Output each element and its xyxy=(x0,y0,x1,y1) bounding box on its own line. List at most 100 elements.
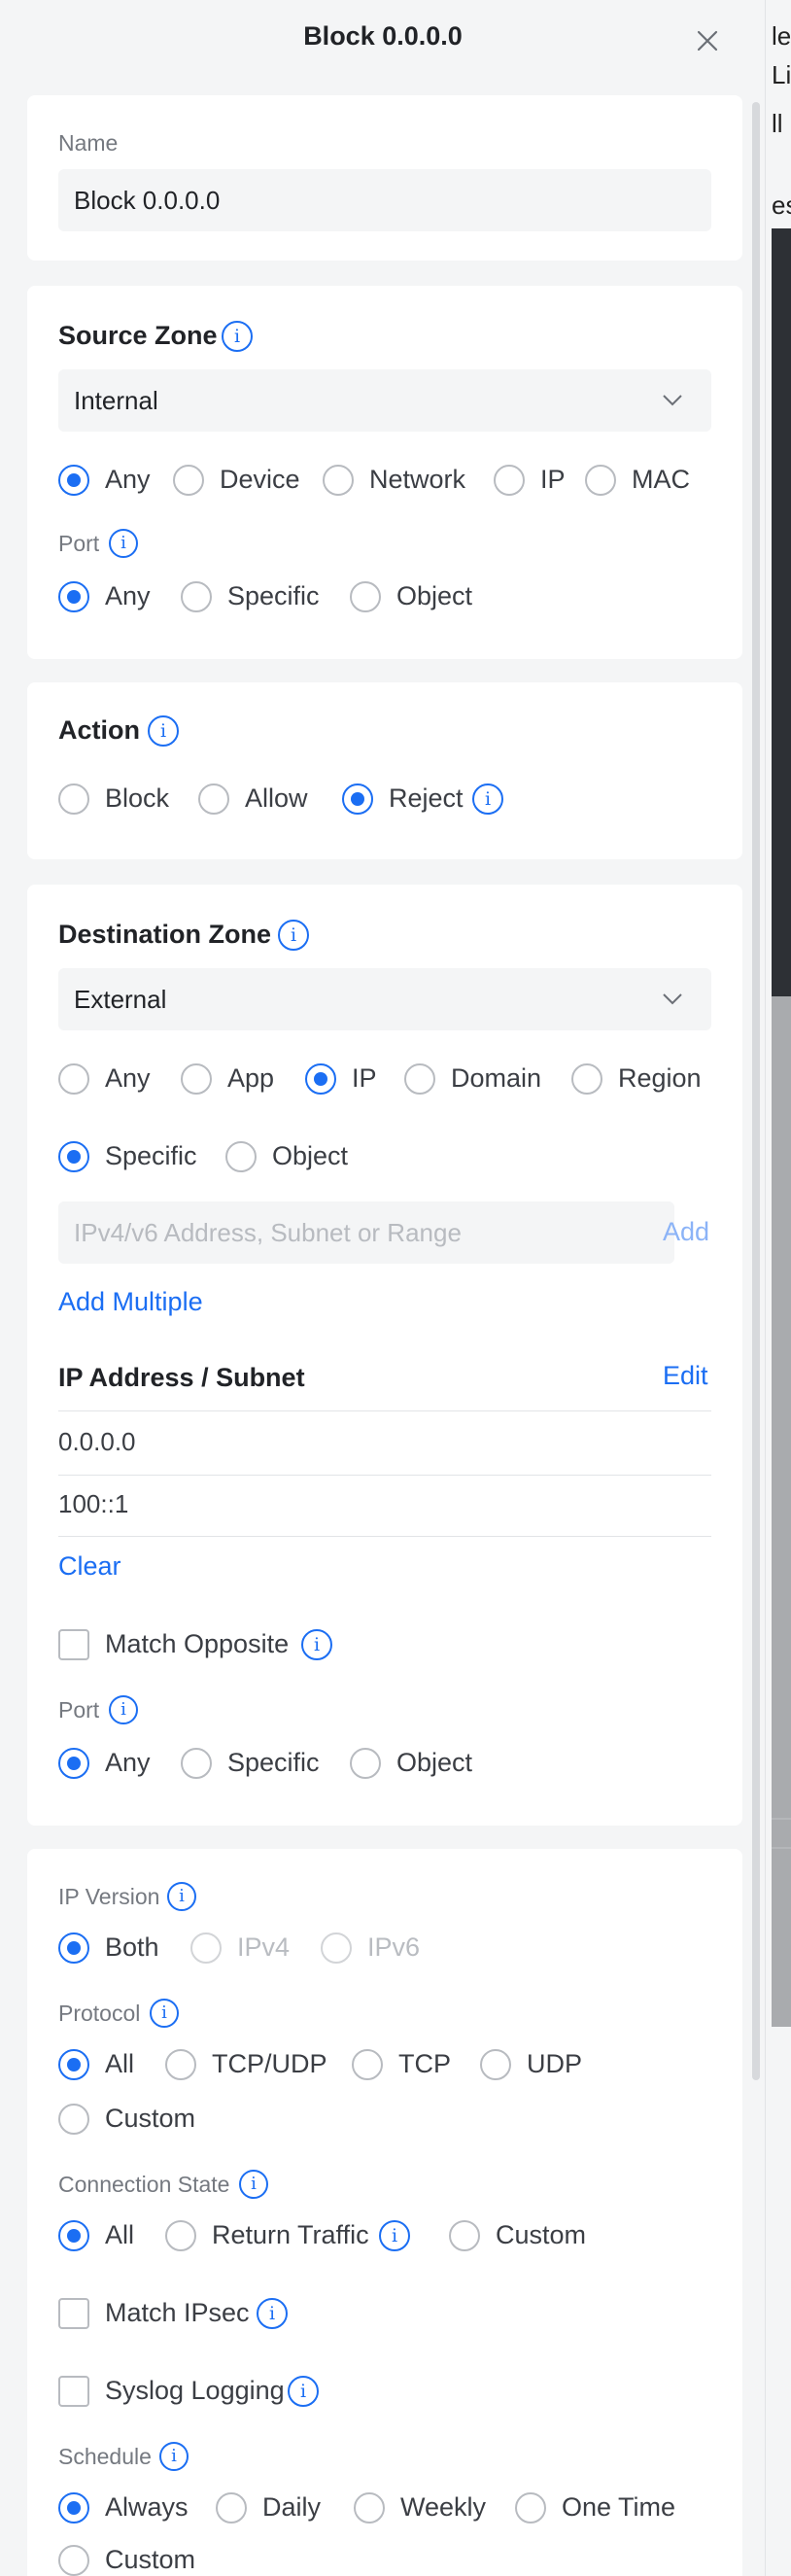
destination-zone-select[interactable]: External xyxy=(58,968,711,1030)
add-multiple-button[interactable]: Add Multiple xyxy=(58,1287,203,1317)
clear-ip-list-button[interactable]: Clear xyxy=(58,1551,121,1582)
schedule-radio-always[interactable] xyxy=(58,2492,89,2524)
destination-radio-region[interactable] xyxy=(571,1063,602,1095)
action-radio-allow[interactable] xyxy=(198,783,229,815)
source-option-device[interactable]: Device xyxy=(220,465,300,495)
destination-option-domain[interactable]: Domain xyxy=(451,1063,541,1094)
schedule-radio-daily[interactable] xyxy=(216,2492,247,2524)
destination-radio-ip[interactable] xyxy=(305,1063,336,1095)
destination-port-option-specific[interactable]: Specific xyxy=(227,1748,320,1778)
ip-mode-radio-object[interactable] xyxy=(225,1141,257,1172)
ip-version-option-both[interactable]: Both xyxy=(105,1932,159,1963)
source-port-info-icon[interactable]: i xyxy=(109,529,138,558)
reject-info-icon[interactable]: i xyxy=(472,783,503,815)
match-ipsec-label[interactable]: Match IPsec xyxy=(105,2298,250,2328)
source-zone-info-icon[interactable]: i xyxy=(222,321,253,352)
protocol-info-icon[interactable]: i xyxy=(150,1999,179,2028)
source-radio-ip[interactable] xyxy=(494,465,525,496)
ip-mode-option-object[interactable]: Object xyxy=(272,1141,348,1171)
destination-port-radio-object[interactable] xyxy=(350,1748,381,1779)
action-option-block[interactable]: Block xyxy=(105,783,169,814)
destination-port-info-icon[interactable]: i xyxy=(109,1695,138,1724)
match-opposite-info-icon[interactable]: i xyxy=(301,1629,332,1660)
close-button[interactable] xyxy=(692,25,723,56)
connection-state-option-return-traffic[interactable]: Return Traffic xyxy=(212,2220,369,2250)
match-ipsec-info-icon[interactable]: i xyxy=(257,2298,288,2329)
protocol-radio-all[interactable] xyxy=(58,2049,89,2080)
schedule-info-icon[interactable]: i xyxy=(159,2442,189,2471)
schedule-option-weekly[interactable]: Weekly xyxy=(400,2492,486,2523)
destination-radio-app[interactable] xyxy=(181,1063,212,1095)
name-field[interactable]: Block 0.0.0.0 xyxy=(58,169,711,231)
source-option-any[interactable]: Any xyxy=(105,465,151,495)
connection-state-option-custom[interactable]: Custom xyxy=(496,2220,586,2250)
action-radio-reject[interactable] xyxy=(342,783,373,815)
ip-version-info-icon[interactable]: i xyxy=(167,1882,196,1911)
source-radio-mac[interactable] xyxy=(585,465,616,496)
protocol-option-custom[interactable]: Custom xyxy=(105,2104,195,2134)
syslog-logging-label[interactable]: Syslog Logging xyxy=(105,2376,285,2406)
source-port-radio-specific[interactable] xyxy=(181,581,212,612)
protocol-radio-custom[interactable] xyxy=(58,2104,89,2135)
schedule-radio-weekly[interactable] xyxy=(354,2492,385,2524)
schedule-radio-one-time[interactable] xyxy=(515,2492,546,2524)
action-option-reject[interactable]: Reject xyxy=(389,783,464,814)
connection-state-option-all[interactable]: All xyxy=(105,2220,134,2250)
source-option-mac[interactable]: MAC xyxy=(632,465,690,495)
ip-address-input[interactable] xyxy=(58,1201,674,1264)
schedule-option-custom[interactable]: Custom xyxy=(105,2545,195,2575)
source-radio-network[interactable] xyxy=(323,465,354,496)
match-ipsec-checkbox[interactable] xyxy=(58,2298,89,2329)
action-radio-block[interactable] xyxy=(58,783,89,815)
source-zone-select[interactable]: Internal xyxy=(58,369,711,432)
destination-radio-domain[interactable] xyxy=(404,1063,435,1095)
edit-ip-list-button[interactable]: Edit xyxy=(663,1361,708,1391)
match-opposite-label[interactable]: Match Opposite xyxy=(105,1629,289,1659)
action-info-icon[interactable]: i xyxy=(148,715,179,747)
ip-version-radio-both[interactable] xyxy=(58,1932,89,1964)
ip-mode-radio-specific[interactable] xyxy=(58,1141,89,1172)
destination-option-region[interactable]: Region xyxy=(618,1063,702,1094)
protocol-option-udp[interactable]: UDP xyxy=(527,2049,582,2079)
source-port-option-object[interactable]: Object xyxy=(396,581,472,611)
connection-state-radio-return-traffic[interactable] xyxy=(165,2220,196,2251)
source-port-option-specific[interactable]: Specific xyxy=(227,581,320,611)
source-port-radio-object[interactable] xyxy=(350,581,381,612)
source-option-network[interactable]: Network xyxy=(369,465,465,495)
panel-scrollbar[interactable] xyxy=(752,102,760,2080)
return-traffic-info-icon[interactable]: i xyxy=(379,2220,410,2251)
syslog-logging-checkbox[interactable] xyxy=(58,2376,89,2407)
match-opposite-checkbox[interactable] xyxy=(58,1629,89,1660)
connection-state-radio-all[interactable] xyxy=(58,2220,89,2251)
source-port-option-any[interactable]: Any xyxy=(105,581,151,611)
protocol-option-tcp[interactable]: TCP xyxy=(398,2049,451,2079)
protocol-radio-tcp[interactable] xyxy=(352,2049,383,2080)
destination-zone-info-icon[interactable]: i xyxy=(278,920,309,951)
protocol-radio-tcp-udp[interactable] xyxy=(165,2049,196,2080)
destination-option-app[interactable]: App xyxy=(227,1063,274,1094)
source-radio-device[interactable] xyxy=(173,465,204,496)
add-ip-button[interactable]: Add xyxy=(663,1217,709,1247)
syslog-logging-info-icon[interactable]: i xyxy=(288,2376,319,2407)
schedule-option-daily[interactable]: Daily xyxy=(262,2492,321,2523)
schedule-option-one-time[interactable]: One Time xyxy=(562,2492,675,2523)
connection-state-radio-custom[interactable] xyxy=(449,2220,480,2251)
destination-option-ip[interactable]: IP xyxy=(352,1063,377,1094)
protocol-option-all[interactable]: All xyxy=(105,2049,134,2079)
protocol-radio-udp[interactable] xyxy=(480,2049,511,2080)
schedule-radio-custom[interactable] xyxy=(58,2545,89,2576)
protocol-option-tcp-udp[interactable]: TCP/UDP xyxy=(212,2049,327,2079)
destination-option-any[interactable]: Any xyxy=(105,1063,151,1094)
action-option-allow[interactable]: Allow xyxy=(245,783,308,814)
schedule-option-always[interactable]: Always xyxy=(105,2492,189,2523)
ip-mode-option-specific[interactable]: Specific xyxy=(105,1141,197,1171)
source-port-radio-any[interactable] xyxy=(58,581,89,612)
source-option-ip[interactable]: IP xyxy=(540,465,566,495)
connection-state-info-icon[interactable]: i xyxy=(239,2170,268,2199)
destination-port-option-object[interactable]: Object xyxy=(396,1748,472,1778)
destination-radio-any[interactable] xyxy=(58,1063,89,1095)
destination-port-radio-specific[interactable] xyxy=(181,1748,212,1779)
destination-port-option-any[interactable]: Any xyxy=(105,1748,151,1778)
destination-port-radio-any[interactable] xyxy=(58,1748,89,1779)
source-radio-any[interactable] xyxy=(58,465,89,496)
